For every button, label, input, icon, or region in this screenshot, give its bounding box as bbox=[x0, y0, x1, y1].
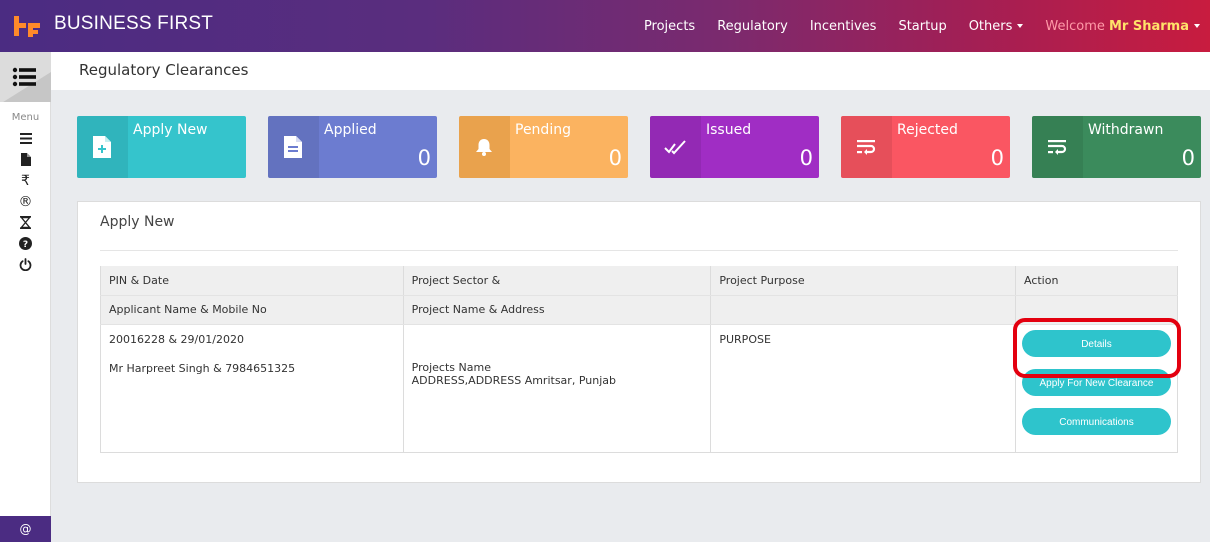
business-first-logo[interactable] bbox=[12, 14, 42, 38]
cell-project: Projects Name ADDRESS,ADDRESS Amritsar, … bbox=[403, 324, 712, 453]
card-icon-box bbox=[1032, 116, 1083, 178]
brand-name[interactable]: BUSINESS FIRST bbox=[54, 13, 213, 35]
cell-purpose: PURPOSE bbox=[710, 324, 1016, 453]
card-count: 0 bbox=[990, 146, 1004, 170]
card-count: 0 bbox=[1181, 146, 1195, 170]
main-nav: Projects Regulatory Incentives Startup O… bbox=[644, 0, 1200, 52]
nav-startup[interactable]: Startup bbox=[898, 19, 946, 34]
list-icon[interactable] bbox=[0, 128, 51, 149]
card-icon-box bbox=[650, 116, 701, 178]
column-header-empty bbox=[710, 295, 1016, 325]
sidebar-icons: ₹ ® ? bbox=[0, 128, 51, 275]
column-header-project-sector: Project Sector & bbox=[403, 266, 712, 296]
highlight-annotation bbox=[1013, 318, 1181, 378]
card-applied[interactable]: Applied 0 bbox=[268, 116, 437, 178]
column-header-project-purpose: Project Purpose bbox=[710, 266, 1016, 296]
card-apply-new[interactable]: Apply New bbox=[77, 116, 246, 178]
wrap-icon bbox=[855, 135, 877, 159]
rupee-icon[interactable]: ₹ bbox=[0, 170, 51, 191]
table-header-row-2: Applicant Name & Mobile No Project Name … bbox=[100, 295, 1178, 325]
svg-text:?: ? bbox=[23, 240, 28, 250]
applicant-name-mobile: Mr Harpreet Singh & 7984651325 bbox=[109, 361, 296, 375]
page-title-bar: Regulatory Clearances bbox=[51, 52, 1210, 90]
card-label: Applied bbox=[324, 122, 377, 138]
card-count: 0 bbox=[608, 146, 622, 170]
double-check-icon bbox=[664, 135, 686, 159]
project-address: ADDRESS,ADDRESS Amritsar, Punjab bbox=[411, 373, 616, 387]
sidebar-bottom-at[interactable]: @ bbox=[0, 516, 51, 542]
card-icon-box bbox=[841, 116, 892, 178]
card-pending[interactable]: Pending 0 bbox=[459, 116, 628, 178]
pin-date: 20016228 & 29/01/2020 bbox=[109, 332, 244, 346]
card-rejected[interactable]: Rejected 0 bbox=[841, 116, 1010, 178]
communications-button[interactable]: Communications bbox=[1021, 407, 1171, 435]
card-icon-box bbox=[77, 116, 128, 178]
table-header-row-1: PIN & Date Project Sector & Project Purp… bbox=[100, 266, 1178, 296]
list-toggle-icon bbox=[12, 67, 36, 87]
project-name: Projects Name bbox=[411, 360, 491, 374]
top-navbar: BUSINESS FIRST Projects Regulatory Incen… bbox=[0, 0, 1210, 52]
card-icon-box bbox=[459, 116, 510, 178]
card-label: Rejected bbox=[897, 122, 958, 138]
column-header-action: Action bbox=[1015, 266, 1178, 296]
file-icon[interactable] bbox=[0, 149, 51, 170]
wrap-icon bbox=[1046, 135, 1068, 159]
card-label: Issued bbox=[706, 122, 752, 138]
card-label: Apply New bbox=[133, 122, 208, 138]
card-label: Withdrawn bbox=[1088, 122, 1164, 138]
column-header-pin-date: PIN & Date bbox=[100, 266, 404, 296]
panel-title: Apply New bbox=[100, 214, 175, 230]
card-count: 0 bbox=[417, 146, 431, 170]
nav-incentives[interactable]: Incentives bbox=[810, 19, 877, 34]
column-header-project-name-address: Project Name & Address bbox=[403, 295, 712, 325]
question-icon[interactable]: ? bbox=[0, 233, 51, 254]
chevron-down-icon bbox=[1194, 24, 1200, 28]
document-icon bbox=[282, 135, 304, 159]
column-header-applicant: Applicant Name & Mobile No bbox=[100, 295, 404, 325]
nav-regulatory[interactable]: Regulatory bbox=[717, 19, 788, 34]
page-title: Regulatory Clearances bbox=[79, 61, 249, 79]
card-count: 0 bbox=[799, 146, 813, 170]
chevron-down-icon bbox=[1017, 24, 1024, 28]
power-icon[interactable] bbox=[0, 254, 51, 275]
cell-pin-applicant: 20016228 & 29/01/2020 Mr Harpreet Singh … bbox=[100, 324, 404, 453]
sidebar: Menu ₹ ® ? @ bbox=[0, 52, 51, 542]
hourglass-icon[interactable] bbox=[0, 212, 51, 233]
divider bbox=[100, 250, 1178, 251]
nav-projects[interactable]: Projects bbox=[644, 19, 695, 34]
bell-icon bbox=[473, 135, 495, 159]
card-label: Pending bbox=[515, 122, 571, 138]
user-menu[interactable]: Welcome Mr Sharma bbox=[1045, 19, 1200, 34]
file-plus-icon bbox=[91, 135, 113, 159]
registered-icon[interactable]: ® bbox=[0, 191, 51, 212]
nav-others[interactable]: Others bbox=[969, 19, 1024, 34]
card-icon-box bbox=[268, 116, 319, 178]
card-issued[interactable]: Issued 0 bbox=[650, 116, 819, 178]
card-withdrawn[interactable]: Withdrawn 0 bbox=[1032, 116, 1201, 178]
welcome-label: Welcome bbox=[1045, 18, 1105, 34]
menu-label: Menu bbox=[11, 112, 40, 123]
sidebar-toggle[interactable] bbox=[0, 52, 51, 102]
user-name: Mr Sharma bbox=[1109, 18, 1189, 34]
nav-others-label: Others bbox=[968, 18, 1013, 34]
